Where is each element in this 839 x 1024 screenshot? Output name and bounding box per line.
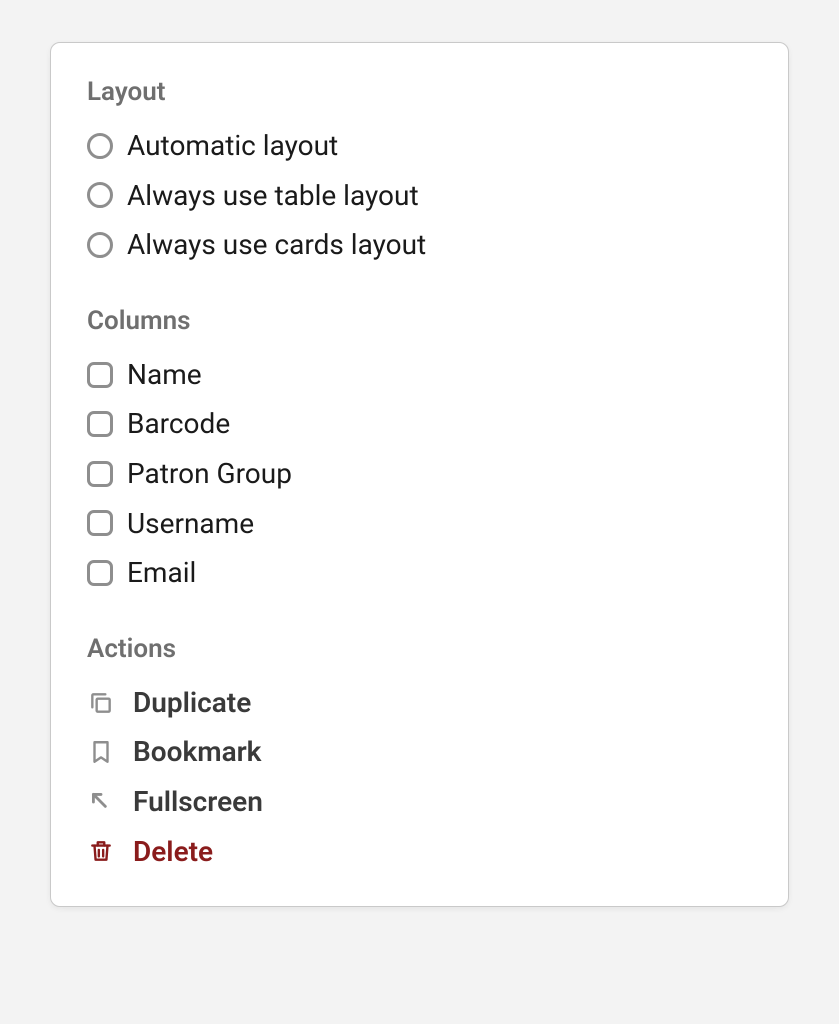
checkbox-icon bbox=[87, 362, 113, 388]
column-option-label: Email bbox=[127, 556, 196, 590]
actions-section-header: Actions bbox=[87, 634, 752, 664]
radio-icon bbox=[87, 232, 113, 258]
radio-icon bbox=[87, 133, 113, 159]
action-fullscreen[interactable]: Fullscreen bbox=[87, 777, 752, 827]
action-delete[interactable]: Delete bbox=[87, 827, 752, 877]
layout-section-header: Layout bbox=[87, 77, 752, 107]
action-label: Duplicate bbox=[133, 686, 251, 720]
column-option-username[interactable]: Username bbox=[87, 499, 752, 549]
checkbox-icon bbox=[87, 510, 113, 536]
column-option-label: Patron Group bbox=[127, 457, 292, 491]
column-option-label: Username bbox=[127, 507, 254, 541]
layout-option-cards[interactable]: Always use cards layout bbox=[87, 220, 752, 270]
action-duplicate[interactable]: Duplicate bbox=[87, 678, 752, 728]
layout-option-automatic[interactable]: Automatic layout bbox=[87, 121, 752, 171]
radio-icon bbox=[87, 182, 113, 208]
column-option-name[interactable]: Name bbox=[87, 350, 752, 400]
fullscreen-icon bbox=[87, 788, 115, 816]
action-bookmark[interactable]: Bookmark bbox=[87, 727, 752, 777]
layout-option-table[interactable]: Always use table layout bbox=[87, 171, 752, 221]
dropdown-panel: Layout Automatic layout Always use table… bbox=[50, 42, 789, 907]
layout-option-label: Always use cards layout bbox=[127, 228, 426, 262]
layout-option-label: Automatic layout bbox=[127, 129, 338, 163]
column-option-barcode[interactable]: Barcode bbox=[87, 399, 752, 449]
trash-icon bbox=[87, 837, 115, 865]
column-option-email[interactable]: Email bbox=[87, 548, 752, 598]
column-option-label: Barcode bbox=[127, 407, 230, 441]
action-label: Fullscreen bbox=[133, 785, 263, 819]
checkbox-icon bbox=[87, 411, 113, 437]
bookmark-icon bbox=[87, 738, 115, 766]
checkbox-icon bbox=[87, 560, 113, 586]
columns-section-header: Columns bbox=[87, 306, 752, 336]
duplicate-icon bbox=[87, 689, 115, 717]
action-label: Delete bbox=[133, 835, 213, 869]
action-label: Bookmark bbox=[133, 735, 261, 769]
column-option-patron-group[interactable]: Patron Group bbox=[87, 449, 752, 499]
column-option-label: Name bbox=[127, 358, 202, 392]
layout-option-label: Always use table layout bbox=[127, 179, 419, 213]
checkbox-icon bbox=[87, 461, 113, 487]
